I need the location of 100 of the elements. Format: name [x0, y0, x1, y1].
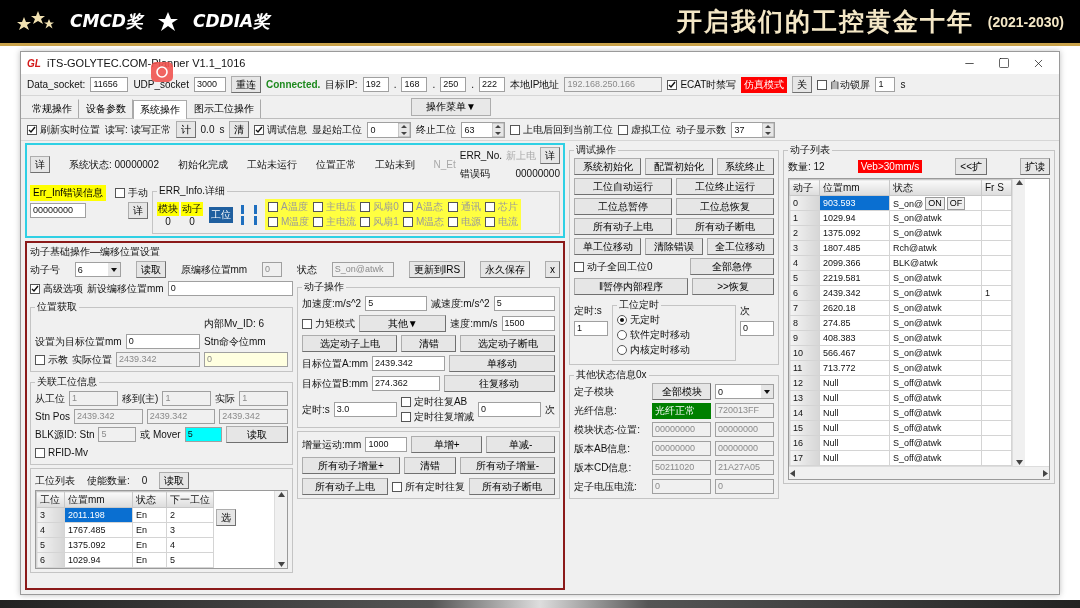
input-field[interactable]: 3000 [193, 77, 226, 92]
push-button[interactable]: 计 [175, 121, 196, 138]
input-field[interactable]: 00000000 [30, 203, 86, 218]
input-field[interactable]: 3.0 [333, 402, 397, 417]
checkbox[interactable] [35, 354, 45, 365]
dropdown[interactable]: 0 [715, 384, 774, 399]
push-button[interactable]: 所有动子断电 [676, 218, 774, 235]
push-button[interactable]: 清错 [401, 335, 456, 352]
push-button[interactable]: 扩读 [1020, 158, 1050, 175]
push-button[interactable]: 详 [30, 156, 50, 173]
push-button[interactable]: >>恢复 [692, 278, 774, 295]
push-button[interactable]: 详 [128, 202, 148, 219]
checkbox[interactable] [485, 217, 496, 227]
column-header[interactable]: 位置mm [819, 179, 890, 196]
spin-field[interactable]: 37 [731, 121, 776, 138]
checkbox[interactable] [400, 397, 411, 407]
push-button[interactable]: 读取 [135, 261, 166, 278]
push-button[interactable]: 单移动 [448, 355, 555, 372]
push-button[interactable]: 读取 [159, 472, 190, 489]
push-button[interactable]: 读取 [226, 426, 288, 443]
checkbox[interactable] [268, 202, 278, 212]
input-field[interactable]: 5 [365, 296, 427, 311]
push-button[interactable]: 重连 [230, 76, 261, 93]
checkbox[interactable] [574, 261, 584, 272]
input-field[interactable]: 274.362 [372, 376, 440, 391]
checkbox[interactable] [302, 318, 312, 329]
column-header[interactable]: 状态 [889, 179, 982, 196]
dropdown[interactable]: 6 [74, 262, 121, 277]
column-header[interactable]: 动子 [789, 179, 820, 196]
push-button[interactable]: 工位总恢复 [676, 198, 774, 215]
input-field[interactable]: 0 [740, 321, 774, 336]
checkbox[interactable] [667, 79, 678, 90]
checkbox[interactable] [402, 202, 413, 212]
spin-field[interactable]: 0 [367, 121, 412, 138]
checkbox[interactable] [485, 202, 496, 212]
push-button[interactable]: 所有动子增量+ [302, 457, 400, 474]
checkbox[interactable] [115, 187, 125, 198]
checkbox[interactable] [448, 202, 459, 212]
checkbox[interactable] [30, 283, 40, 294]
checkbox[interactable] [510, 124, 521, 135]
checkbox[interactable] [448, 217, 459, 227]
push-button[interactable]: 所有动子增量- [459, 457, 555, 474]
spin-field[interactable]: 63 [461, 121, 506, 138]
push-button[interactable]: <<扩 [955, 158, 987, 175]
push-button[interactable]: 选定动子上电 [302, 335, 397, 352]
checkbox[interactable] [313, 202, 324, 212]
input-field[interactable]: 0 [477, 402, 541, 417]
checkbox[interactable] [402, 217, 413, 227]
push-button[interactable]: 所有动子断电 [469, 478, 555, 495]
input-field[interactable]: 2439.342 [372, 356, 445, 371]
radio-button[interactable] [617, 315, 627, 325]
radio-button[interactable] [617, 345, 627, 355]
input-field[interactable]: 11656 [90, 77, 129, 92]
horizontal-scrollbar[interactable] [789, 466, 1049, 479]
push-button[interactable]: 详 [540, 147, 560, 164]
checkbox[interactable] [392, 481, 402, 492]
maximize-icon[interactable] [998, 56, 1010, 69]
input-field[interactable]: 222 [479, 77, 505, 92]
column-header[interactable]: Fr S [981, 179, 1012, 196]
input-field[interactable]: 1 [875, 77, 896, 92]
push-button[interactable]: 永久保存 [480, 261, 531, 278]
scroll-arrow-icon[interactable] [1042, 469, 1049, 477]
push-button[interactable]: 所有动子上电 [302, 478, 388, 495]
checkbox[interactable] [254, 124, 265, 135]
push-button[interactable]: 工位总暂停 [574, 198, 672, 215]
push-button[interactable]: 选 [216, 509, 236, 526]
push-button[interactable]: 清错 [403, 457, 456, 474]
push-button[interactable]: 单工位移动 [574, 238, 642, 255]
checkbox[interactable] [618, 124, 629, 135]
input-field[interactable]: 1 [574, 321, 608, 336]
checkbox[interactable] [35, 447, 45, 458]
input-field[interactable]: 192 [362, 77, 389, 92]
row-button[interactable]: OF [946, 196, 966, 210]
row-button[interactable]: ON [925, 196, 945, 210]
push-button[interactable]: 单减- [486, 436, 555, 453]
input-field[interactable]: 1000 [365, 437, 407, 452]
scroll-arrow-icon[interactable] [277, 491, 285, 498]
menu-button[interactable]: 操作菜单▼ [411, 98, 491, 116]
checkbox[interactable] [817, 79, 828, 90]
push-button[interactable]: 单增+ [410, 436, 483, 453]
push-button[interactable]: 系统初始化 [574, 158, 642, 175]
vertical-scrollbar[interactable] [274, 491, 287, 568]
push-button[interactable]: 往复移动 [443, 375, 555, 392]
scroll-arrow-icon[interactable] [789, 469, 796, 477]
tab[interactable]: 图示工位操作 [187, 99, 261, 118]
checkbox[interactable] [360, 202, 371, 212]
push-button[interactable]: 清 [229, 121, 250, 138]
column-header[interactable]: 下一工位 [166, 491, 214, 508]
push-button[interactable]: 清除错误 [645, 238, 703, 255]
push-button[interactable]: 选定动子断电 [460, 335, 555, 352]
push-button[interactable]: x [544, 261, 560, 278]
input-field[interactable]: 250 [440, 77, 467, 92]
push-button[interactable]: 工位终止运行 [676, 178, 774, 195]
scroll-arrow-icon[interactable] [277, 561, 285, 568]
column-header[interactable]: 状态 [132, 491, 167, 508]
input-field[interactable]: 0 [167, 281, 293, 296]
scroll-arrow-icon[interactable] [1015, 459, 1023, 466]
input-field[interactable]: 1500 [501, 316, 555, 331]
checkbox[interactable] [313, 217, 324, 227]
input-field[interactable]: 5 [493, 296, 555, 311]
